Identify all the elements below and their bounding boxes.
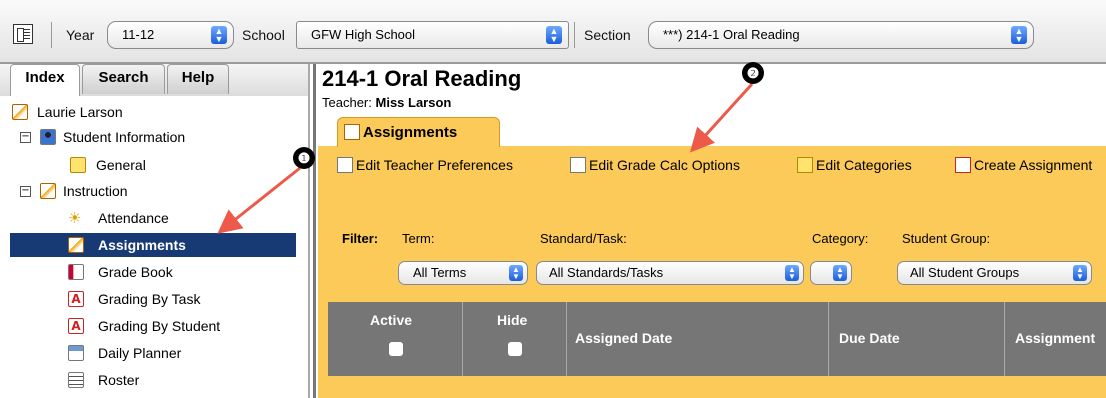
callout-number-2: ❷	[742, 62, 764, 84]
callout-arrows	[217, 82, 754, 234]
callout-arrow-1	[217, 166, 301, 234]
callout-number-1: ❶	[293, 147, 315, 169]
callout-arrow-2	[689, 82, 754, 153]
